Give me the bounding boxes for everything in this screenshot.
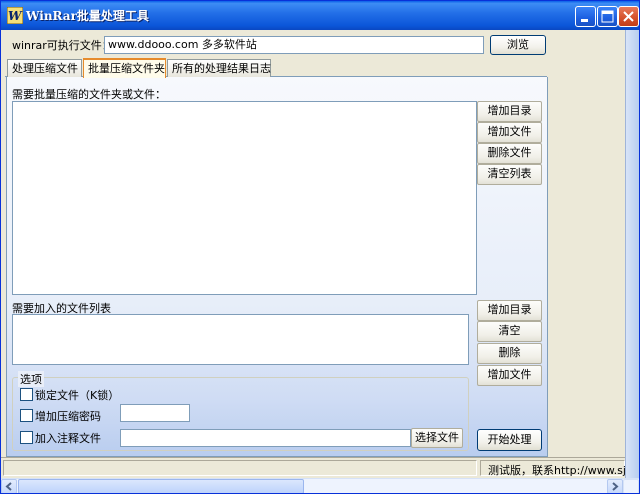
add-file-button[interactable]: 增加文件 (477, 122, 542, 143)
tab-result-log[interactable]: 所有的处理结果日志 (167, 59, 271, 77)
tab-batch-compress-folders[interactable]: 批量压缩文件夹 (83, 58, 166, 78)
add-file-button-2[interactable]: 增加文件 (477, 365, 542, 386)
minimize-icon (581, 19, 588, 22)
password-label: 增加压缩密码 (35, 410, 101, 423)
maximize-icon (601, 10, 614, 23)
clear-button[interactable]: 清空 (477, 321, 542, 342)
delete-button[interactable]: 删除 (477, 343, 542, 364)
select-file-button[interactable]: 选择文件 (411, 428, 463, 448)
scroll-right-button[interactable] (607, 479, 623, 493)
comment-file-input[interactable] (120, 429, 411, 447)
comment-label: 加入注释文件 (35, 432, 101, 445)
winrar-app-icon: W (7, 7, 23, 24)
background-window-edge (625, 30, 639, 478)
lock-checkbox[interactable] (20, 388, 33, 401)
exe-label: winrar可执行文件： (12, 39, 113, 52)
start-processing-button[interactable]: 开始处理 (477, 429, 542, 451)
comment-checkbox[interactable] (20, 431, 33, 444)
options-legend: 选项 (18, 371, 44, 387)
folders-label: 需要批量压缩的文件夹或文件： (12, 88, 166, 101)
exe-path-input[interactable]: www.ddooo.com 多多软件站 (104, 36, 484, 54)
window-title: WinRar批量处理工具 (26, 9, 149, 23)
add-directory-button[interactable]: 增加目录 (477, 101, 542, 122)
status-text: 测试版，联系http://www.sjcoder.com (488, 464, 625, 477)
tab-process-archives[interactable]: 处理压缩文件 (7, 59, 82, 77)
close-button[interactable] (618, 6, 639, 27)
clear-list-button[interactable]: 清空列表 (477, 164, 542, 185)
main-window: W WinRar批量处理工具 winrar可执行文件： www.ddooo.co… (0, 0, 640, 494)
arrow-left-icon (5, 482, 12, 491)
svg-text:W: W (8, 9, 23, 23)
close-icon (623, 11, 634, 22)
add-directory-button-2[interactable]: 增加目录 (477, 300, 542, 321)
delete-file-button[interactable]: 删除文件 (477, 143, 542, 164)
password-input[interactable] (120, 404, 190, 422)
addfiles-list[interactable] (12, 314, 469, 365)
title-bar[interactable]: W WinRar批量处理工具 (1, 1, 639, 30)
scroll-thumb[interactable] (18, 479, 304, 493)
scroll-left-button[interactable] (1, 479, 17, 493)
browse-button[interactable]: 浏览 (490, 35, 546, 55)
minimize-button[interactable] (575, 6, 596, 27)
lock-label: 锁定文件（K锁） (35, 389, 120, 402)
maximize-button[interactable] (597, 6, 618, 27)
arrow-right-icon (612, 482, 619, 491)
status-pane-left (3, 460, 477, 476)
password-checkbox[interactable] (20, 409, 33, 422)
scroll-corner (623, 479, 639, 493)
folders-list[interactable] (12, 101, 477, 295)
